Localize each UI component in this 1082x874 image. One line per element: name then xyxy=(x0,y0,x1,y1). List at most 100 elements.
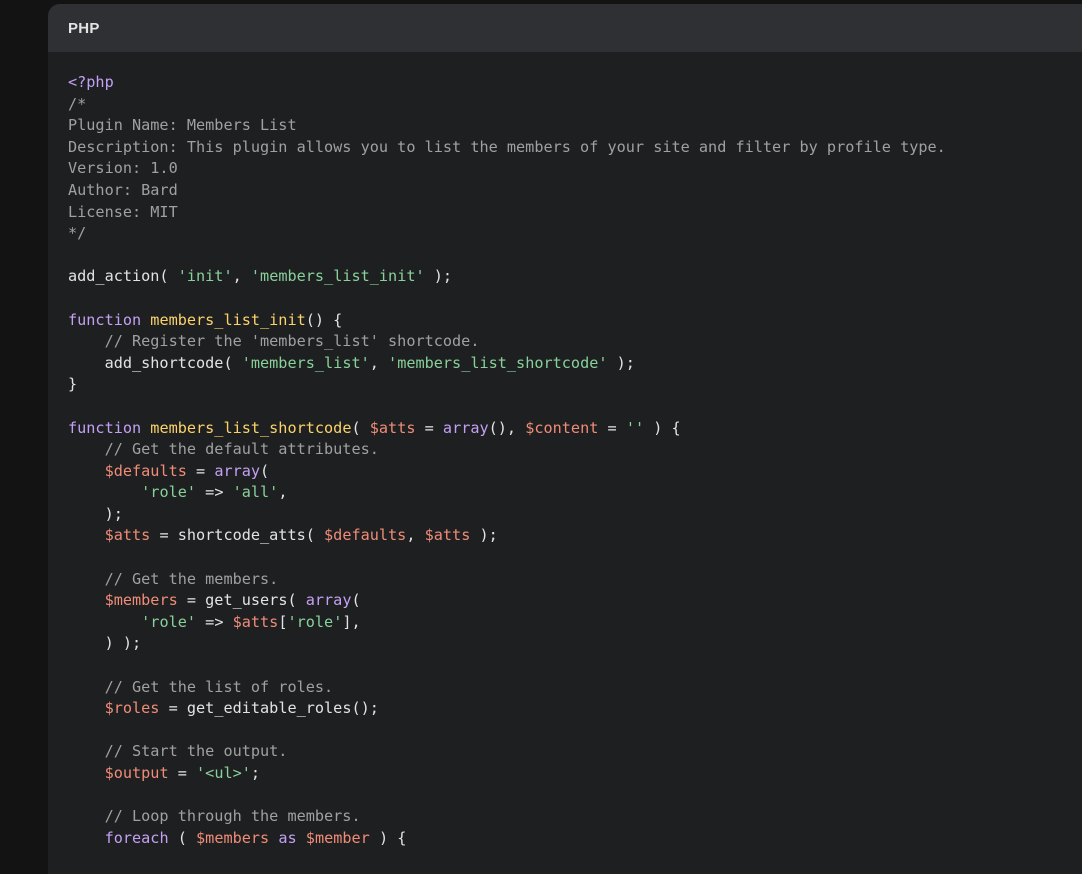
code-token-function: members_list_init xyxy=(150,310,306,329)
code-token-default: ) ); xyxy=(68,634,142,653)
code-token-keyword: as xyxy=(278,828,297,847)
code-token-default: add_shortcode( xyxy=(68,353,242,372)
code-token-variable: $atts xyxy=(369,418,416,437)
code-token-comment: // Register the 'members_list' shortcode… xyxy=(68,332,480,351)
code-token-default: ); xyxy=(424,267,453,286)
code-line: Version: 1.0 xyxy=(68,158,1082,180)
code-token-default xyxy=(68,829,105,847)
code-token-default: = get_editable_roles(); xyxy=(159,699,379,718)
code-line: add_shortcode( 'members_list', 'members_… xyxy=(68,353,1082,375)
code-token-string: 'role' xyxy=(287,612,343,631)
code-line: } xyxy=(68,374,1082,396)
code-token-default: ) { xyxy=(644,418,681,437)
code-line: function members_list_shortcode( $atts =… xyxy=(68,418,1082,440)
code-token-default: ( xyxy=(351,418,370,437)
code-token-comment: Version: 1.0 xyxy=(68,159,178,178)
code-line: // Get the list of roles. xyxy=(68,677,1082,699)
code-token-string: 'init' xyxy=(177,267,233,286)
code-token-default: = shortcode_atts( xyxy=(150,526,325,545)
code-token-default: ); xyxy=(68,504,123,523)
code-token-comment: Author: Bard xyxy=(68,180,178,199)
code-token-default: => xyxy=(196,612,233,631)
code-token-comment: Plugin Name: Members List xyxy=(68,116,297,135)
code-token-default: () { xyxy=(305,310,343,329)
code-token-variable: $members xyxy=(196,828,270,847)
code-line: $members = get_users( array( xyxy=(68,590,1082,612)
code-token-default: = xyxy=(598,418,626,437)
code-line: // Start the output. xyxy=(68,741,1082,763)
code-token-default: , xyxy=(232,267,251,286)
code-token-comment: /* xyxy=(68,94,87,113)
code-token-keyword: array xyxy=(442,418,489,437)
code-token-default: ( xyxy=(168,828,197,847)
code-token-default xyxy=(297,829,306,847)
code-token-string: '<ul>' xyxy=(196,764,251,782)
code-token-default: = xyxy=(415,418,443,437)
code-token-default: => xyxy=(196,483,233,502)
code-token-comment: License: MIT xyxy=(68,202,178,221)
code-line: // Get the default attributes. xyxy=(68,439,1082,461)
code-line: 'role' => 'all', xyxy=(68,482,1082,504)
code-token-default: , xyxy=(369,353,389,372)
code-token-comment: // Get the default attributes. xyxy=(68,440,379,459)
code-token-string: 'members_list_init' xyxy=(250,267,425,286)
code-token-default xyxy=(68,462,105,480)
code-token-default: ( xyxy=(260,461,270,480)
code-token-default: ); xyxy=(607,353,635,372)
code-token-variable: $output xyxy=(104,764,169,782)
code-token-default xyxy=(68,591,105,609)
code-content[interactable]: <?php /* Plugin Name: Members List Descript… xyxy=(48,52,1082,849)
code-token-variable: $content xyxy=(525,418,599,437)
code-token-keyword: foreach xyxy=(104,828,169,847)
code-token-tag: <?php xyxy=(68,73,114,91)
code-token-comment: // Get the members. xyxy=(68,569,279,588)
code-line: Author: Bard xyxy=(68,180,1082,202)
code-token-default: = xyxy=(168,764,197,782)
language-label: PHP xyxy=(68,19,100,37)
code-line: */ xyxy=(68,223,1082,245)
code-token-variable: $atts xyxy=(424,526,471,545)
code-token-variable: $atts xyxy=(232,612,279,631)
code-token-default xyxy=(68,483,141,501)
code-token-variable: $members xyxy=(104,591,178,610)
code-token-default xyxy=(68,764,105,782)
code-token-comment: */ xyxy=(68,224,87,243)
code-token-default: = xyxy=(186,461,215,480)
code-token-default xyxy=(68,699,105,717)
code-token-variable: $member xyxy=(305,828,370,847)
code-line: 'role' => $atts['role'], xyxy=(68,612,1082,634)
code-token-variable: $defaults xyxy=(104,461,187,480)
code-token-variable: $roles xyxy=(104,699,160,718)
code-token-default: (), xyxy=(488,418,526,437)
code-token-default: ); xyxy=(470,526,498,545)
code-token-default: add_action( xyxy=(68,267,178,286)
code-line: $roles = get_editable_roles(); xyxy=(68,698,1082,720)
code-token-default xyxy=(269,829,278,847)
code-token-comment: Description: This plugin allows you to l… xyxy=(68,137,946,156)
code-token-keyword: array xyxy=(214,461,261,480)
code-line: foreach ( $members as $member ) { xyxy=(68,828,1082,850)
code-token-default: ( xyxy=(351,591,361,610)
code-token-default: = get_users( xyxy=(177,591,306,610)
code-token-variable: $atts xyxy=(104,526,151,545)
code-token-default: ) { xyxy=(369,828,407,847)
code-token-string: 'members_list' xyxy=(241,353,370,372)
code-token-default xyxy=(68,613,141,631)
code-line: <?php xyxy=(68,72,1082,94)
code-line: Plugin Name: Members List xyxy=(68,115,1082,137)
code-token-string: 'members_list_shortcode' xyxy=(388,353,608,372)
code-line: ) ); xyxy=(68,633,1082,655)
code-token-keyword: function xyxy=(68,418,151,437)
code-line: ); xyxy=(68,504,1082,526)
code-token-default: ; xyxy=(250,764,261,782)
code-token-default xyxy=(68,526,105,544)
code-token-keyword: function xyxy=(68,310,151,329)
code-token-function: members_list_shortcode xyxy=(150,418,352,437)
code-token-comment: // Start the output. xyxy=(68,742,288,761)
